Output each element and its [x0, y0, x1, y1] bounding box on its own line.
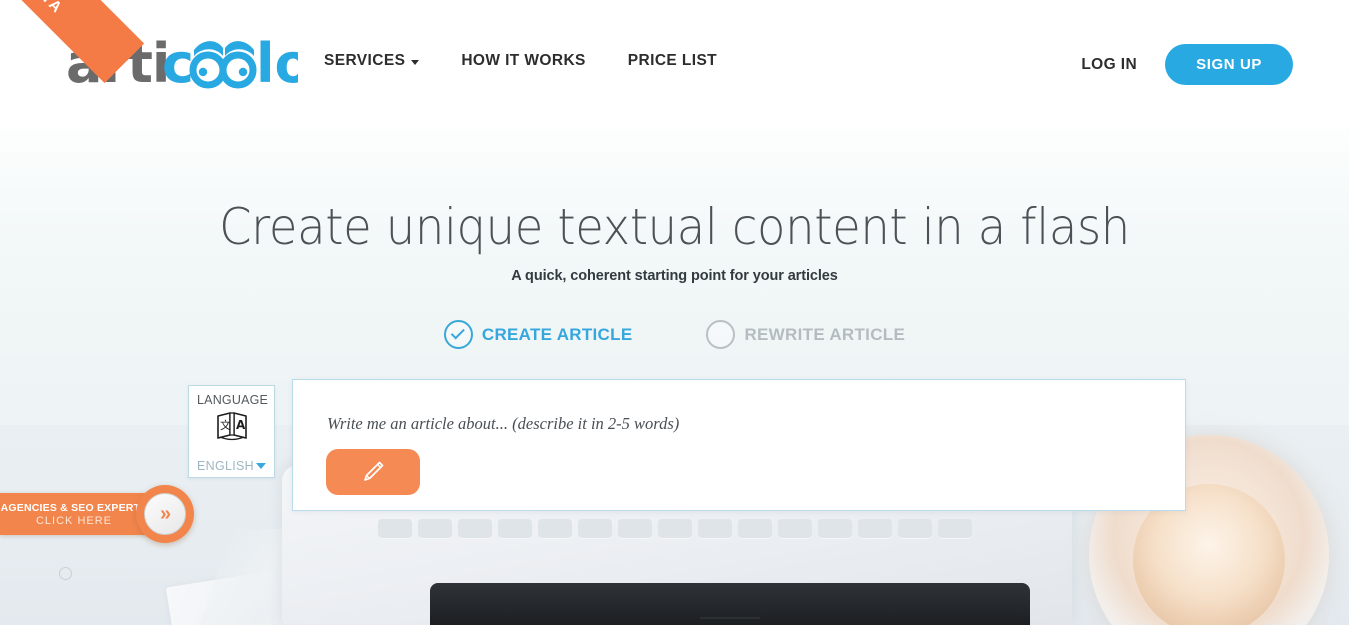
login-link[interactable]: LOG IN	[1081, 56, 1137, 74]
signup-button[interactable]: SIGN UP	[1165, 44, 1293, 85]
keyboard-key	[938, 519, 972, 539]
nav-item-services[interactable]: SERVICES	[324, 52, 420, 70]
keyboard-key	[898, 519, 932, 539]
svg-text:文: 文	[220, 418, 231, 432]
mode-option-rewrite-article-label: REWRITE ARTICLE	[744, 324, 906, 344]
language-selector-label: LANGUAGE	[197, 393, 269, 407]
auth-area: LOG IN SIGN UP	[1081, 44, 1293, 85]
keyboard-key	[538, 519, 572, 539]
mode-option-rewrite-article[interactable]: REWRITE ARTICLE	[706, 320, 905, 349]
keyboard-key	[378, 519, 412, 539]
nav-item-price-list-label: PRICE LIST	[627, 52, 718, 69]
check-circle-icon	[443, 320, 473, 349]
nav-item-how-it-works[interactable]: HOW IT WORKS	[461, 52, 585, 70]
keyboard-key	[498, 519, 532, 539]
svg-text:lo: lo	[256, 32, 298, 90]
language-select-row[interactable]: ENGLISH	[189, 459, 274, 473]
hero-content: Create unique textual content in a flash…	[0, 128, 1349, 519]
agencies-promo-expand-button[interactable]: »	[136, 485, 194, 543]
nav-item-price-list[interactable]: PRICE LIST	[628, 52, 717, 70]
page-subtitle: A quick, coherent starting point for you…	[511, 268, 838, 284]
chevron-down-icon	[411, 60, 420, 65]
agencies-promo-banner[interactable]: AGENCIES & SEO EXPERTS CLICK HERE	[0, 493, 148, 535]
mode-option-create-article[interactable]: CREATE ARTICLE	[443, 320, 633, 349]
pencil-icon	[364, 461, 384, 481]
nav-item-services-label: SERVICES	[324, 52, 406, 69]
page-title: Create unique textual content in a flash	[219, 198, 1130, 256]
language-selected-value: ENGLISH	[197, 459, 254, 473]
double-chevron-right-icon: »	[159, 503, 171, 525]
keyboard-key	[578, 519, 612, 539]
agencies-promo-title: AGENCIES & SEO EXPERTS	[0, 501, 148, 514]
chevron-down-icon	[256, 463, 266, 469]
checkmark-glyph	[450, 325, 465, 340]
svg-text:A: A	[236, 418, 246, 432]
keyboard-key	[818, 519, 852, 539]
nav-item-how-it-works-label: HOW IT WORKS	[461, 52, 586, 69]
generate-article-button[interactable]	[326, 449, 420, 495]
mode-selector: CREATE ARTICLE REWRITE ARTICLE	[0, 320, 1349, 349]
site-header: BETA arti c lo SERVICES	[0, 0, 1349, 128]
keyboard-key	[418, 519, 452, 539]
keyboard-key	[698, 519, 732, 539]
article-input-card	[292, 379, 1186, 511]
keyboard-key	[618, 519, 652, 539]
laptop-hinge	[430, 583, 1030, 625]
translate-icon: 文 A	[189, 410, 274, 442]
agencies-promo-knob-inner: »	[144, 493, 186, 535]
keyboard-key	[778, 519, 812, 539]
article-form: LANGUAGE 文 A ENGLISH	[0, 379, 1349, 519]
agencies-promo-tab: AGENCIES & SEO EXPERTS CLICK HERE »	[0, 485, 194, 543]
language-selector[interactable]: LANGUAGE 文 A ENGLISH	[188, 385, 275, 478]
hero-section: Create unique textual content in a flash…	[0, 128, 1349, 625]
keyboard-key	[858, 519, 892, 539]
empty-circle-icon	[706, 320, 736, 349]
keyboard-row-bottom	[378, 519, 972, 539]
agencies-promo-cta: CLICK HERE	[35, 514, 113, 527]
laptop-power-indicator	[59, 567, 72, 580]
mode-option-create-article-label: CREATE ARTICLE	[481, 324, 633, 344]
keyboard-key	[458, 519, 492, 539]
main-navigation: SERVICES HOW IT WORKS PRICE LIST	[324, 52, 717, 70]
svg-text:c: c	[162, 32, 194, 90]
article-topic-input[interactable]	[327, 414, 1067, 434]
page-root: BETA arti c lo SERVICES	[0, 0, 1349, 625]
keyboard-key	[658, 519, 692, 539]
beta-ribbon-label: BETA	[21, 0, 67, 17]
keyboard-key	[738, 519, 772, 539]
